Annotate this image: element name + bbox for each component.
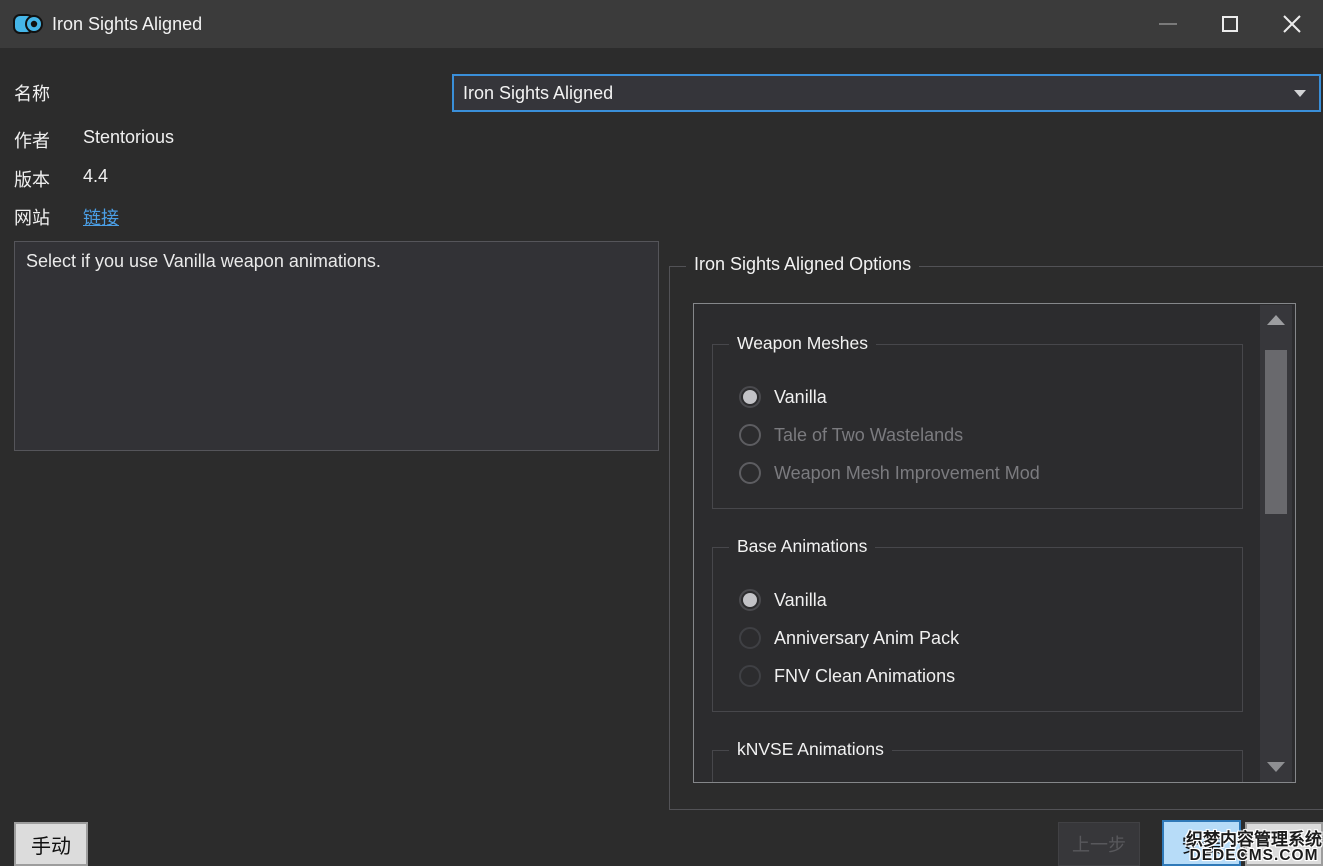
radio-option-label: FNV Clean Animations [774,666,955,687]
options-groupbox-title: Iron Sights Aligned Options [686,254,919,275]
radio-unchecked-icon [739,665,761,687]
radio-checked-icon [739,386,761,408]
group-title: Base Animations [729,536,875,557]
author-label: 作者 [14,127,50,153]
website-label: 网站 [14,204,50,230]
author-value: Stentorious [83,127,174,148]
titlebar: Iron Sights Aligned [0,0,1323,48]
group-title: Weapon Meshes [729,333,876,354]
radio-option-vanilla-anims[interactable]: Vanilla [739,581,1242,619]
mod-organizer-logo-icon [13,12,43,36]
radio-option-anniversary-anim-pack[interactable]: Anniversary Anim Pack [739,619,1242,657]
radio-option-vanilla-meshes[interactable]: Vanilla [739,378,1242,416]
radio-group: Vanilla Tale of Two Wastelands Weapon Me… [713,345,1242,492]
radio-unchecked-icon [739,627,761,649]
group-base-animations: Base Animations Vanilla Anniversary Anim… [712,547,1243,712]
radio-option-ttw: Tale of Two Wastelands [739,416,1242,454]
triangle-down-icon [1267,762,1285,772]
radio-option-label: Tale of Two Wastelands [774,425,963,446]
group-title: kNVSE Animations [729,739,892,760]
radio-option-label: Weapon Mesh Improvement Mod [774,463,1040,484]
installer-window: Iron Sights Aligned 名称 作者 Stentorious 版本… [0,0,1323,866]
website-link[interactable]: 链接 [83,204,119,230]
install-button[interactable]: 安装 [1162,820,1241,866]
triangle-up-icon [1267,315,1285,325]
radio-group: Vanilla Anniversary Anim Pack FNV Clean … [713,548,1242,695]
scrollbar-thumb[interactable] [1265,350,1287,514]
window-title: Iron Sights Aligned [52,14,202,35]
chevron-down-icon[interactable] [1294,90,1306,97]
group-weapon-meshes: Weapon Meshes Vanilla Tale of Two Wastel… [712,344,1243,509]
radio-option-label: Vanilla [774,590,827,611]
description-text: Select if you use Vanilla weapon animati… [26,251,381,271]
manual-button[interactable]: 手动 [14,822,88,866]
mod-name-combobox[interactable] [452,74,1321,112]
description-pane: Select if you use Vanilla weapon animati… [14,241,659,451]
radio-checked-icon [739,589,761,611]
name-label: 名称 [14,80,50,106]
radio-option-fnv-clean-animations[interactable]: FNV Clean Animations [739,657,1242,695]
close-icon [1283,15,1301,33]
window-controls [1137,0,1323,48]
radio-option-label: Vanilla [774,387,827,408]
maximize-button[interactable] [1199,0,1261,48]
scrollbar-up-button[interactable] [1260,307,1292,333]
mod-name-input[interactable] [454,76,1294,110]
vertical-scrollbar[interactable] [1260,305,1292,782]
radio-option-wmim: Weapon Mesh Improvement Mod [739,454,1242,492]
options-scroll-area: Weapon Meshes Vanilla Tale of Two Wastel… [693,303,1296,783]
version-value: 4.4 [83,166,108,187]
back-button: 上一步 [1058,822,1140,866]
group-knvse-animations: kNVSE Animations [712,750,1243,783]
radio-option-label: Anniversary Anim Pack [774,628,959,649]
scrollbar-down-button[interactable] [1260,754,1292,780]
minimize-button[interactable] [1137,0,1199,48]
version-label: 版本 [14,166,50,192]
minimize-icon [1159,23,1177,25]
maximize-icon [1222,16,1238,32]
radio-unchecked-icon [739,424,761,446]
cancel-button[interactable] [1245,822,1323,866]
close-button[interactable] [1261,0,1323,48]
radio-unchecked-icon [739,462,761,484]
